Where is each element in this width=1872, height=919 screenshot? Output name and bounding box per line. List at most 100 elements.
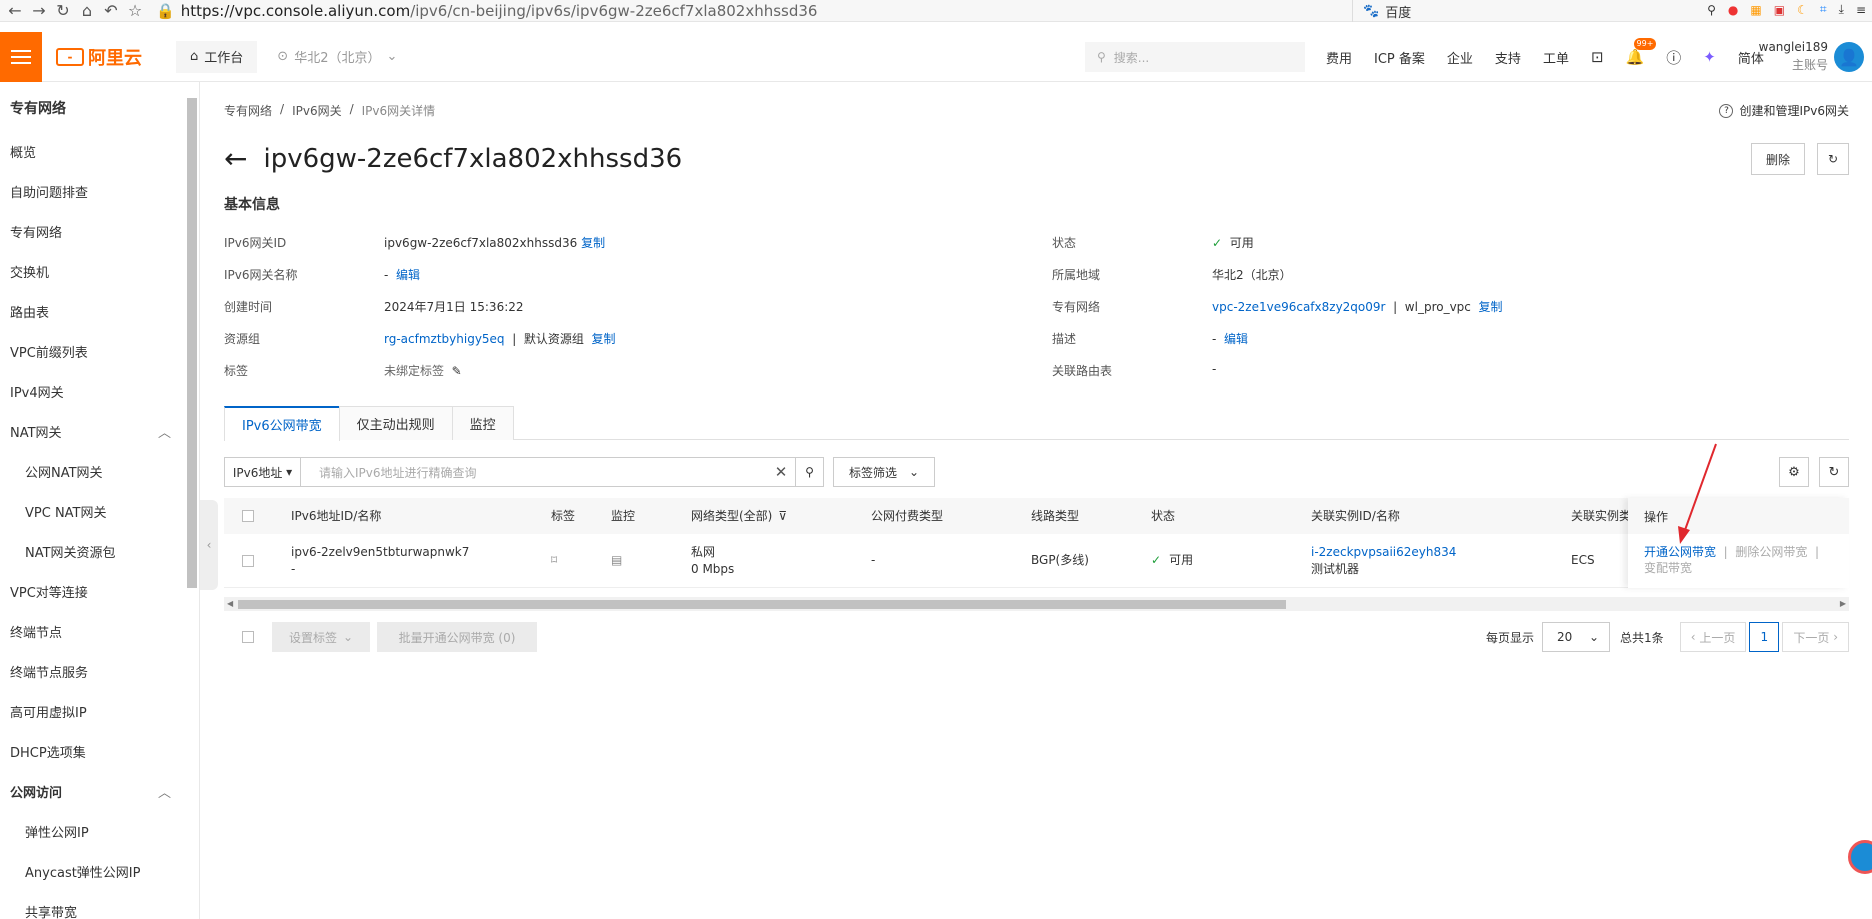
download-icon[interactable]: ⤓ [1839,2,1844,17]
sidebar-item[interactable]: NAT网关 ︿ [0,414,199,454]
workbench-button[interactable]: ⌂ 工作台 [176,40,258,73]
sidebar-item[interactable]: 专有网络 [0,214,199,254]
undo-icon[interactable]: ↶ [102,1,120,20]
magnifier-icon[interactable]: ⚲ [1707,3,1716,17]
nav-link-icp[interactable]: ICP 备案 [1374,48,1425,67]
refresh-button[interactable]: ↻ [1817,143,1849,175]
help-link[interactable]: ? 创建和管理IPv6网关 [1719,102,1849,119]
select-all-checkbox[interactable] [242,510,254,522]
copy-link[interactable]: 复制 [581,236,605,250]
console-search-input[interactable]: ⚲ 搜索... [1085,42,1305,72]
address-bar[interactable]: 🔒 https://vpc.console.aliyun.com/ipv6/cn… [156,2,817,20]
nav-link-ticket[interactable]: 工单 [1543,48,1569,67]
copy-link[interactable]: 复制 [1479,300,1503,314]
scroll-left-icon[interactable]: ◀ [227,597,233,611]
sidebar-item[interactable]: 概览 [0,134,199,174]
hamburger-menu-icon[interactable] [0,31,42,82]
sidebar-item[interactable]: 公网NAT网关 [0,454,199,494]
forward-arrow-icon[interactable]: → [30,1,48,20]
pencil-icon[interactable]: ✎ [452,364,462,378]
open-bandwidth-link[interactable]: 开通公网带宽 [1644,545,1716,559]
resource-group-link[interactable]: rg-acfmztbyhigy5eq [384,332,505,346]
settings-button[interactable]: ⚙ [1779,457,1809,487]
sidebar-item[interactable]: NAT网关资源包 [0,534,199,574]
tag-filter-dropdown[interactable]: 标签筛选 ⌄ [833,457,935,487]
scroll-thumb[interactable] [238,600,1286,609]
search-button[interactable]: ⚲ [795,458,823,486]
reload-icon[interactable]: ↻ [54,1,72,20]
breadcrumb-item[interactable]: 专有网络 [224,102,272,119]
next-page-button[interactable]: 下一页 › [1782,622,1849,652]
tab-ipv6-bandwidth[interactable]: IPv6公网带宽 [224,406,340,441]
monitor-icon[interactable]: ▤ [611,534,622,587]
user-menu[interactable]: wanglei189 主账号 [1759,38,1828,74]
table-refresh-button[interactable]: ↻ [1819,457,1849,487]
nav-link-support[interactable]: 支持 [1495,48,1521,67]
search-input[interactable]: 请输入IPv6地址进行精确查询 [301,464,767,481]
sidebar-item[interactable]: 高可用虚拟IP [0,694,199,734]
crop-icon[interactable]: ⌗ [1820,2,1827,17]
prev-page-button[interactable]: ‹ 上一页 [1679,622,1747,652]
sidebar-item[interactable]: IPv4网关 [0,374,199,414]
home-icon[interactable]: ⌂ [78,1,96,20]
table-horizontal-scrollbar[interactable]: ◀ ▶ [224,597,1849,611]
ai-assistant-icon[interactable]: ✦ [1703,48,1716,66]
clear-icon[interactable]: ✕ [767,463,795,481]
avatar[interactable]: 👤 [1834,42,1864,72]
batch-open-bandwidth-button[interactable]: 批量开通公网带宽 (0) [377,622,537,652]
help-circle-icon[interactable]: ⓘ [1666,47,1681,68]
edit-link[interactable]: 编辑 [1224,332,1248,346]
tab-monitoring[interactable]: 监控 [451,406,514,440]
copy-link[interactable]: 复制 [592,332,616,346]
nav-link-enterprise[interactable]: 企业 [1447,48,1473,67]
edit-link[interactable]: 编辑 [396,268,420,282]
per-page-select[interactable]: 20 ⌄ [1542,622,1611,652]
table-row: ipv6-2zelv9en5tbturwapnwk7 - ⌑ ▤ 私网 0 Mb… [224,534,1849,588]
sidebar-item[interactable]: 路由表 [0,294,199,334]
sidebar-item[interactable]: VPC前缀列表 [0,334,199,374]
sidebar-item[interactable]: DHCP选项集 [0,734,199,774]
sidebar-item[interactable]: 终端节点 [0,614,199,654]
grid-icon[interactable]: ▦ [1750,3,1761,17]
back-arrow-icon[interactable]: ← [6,1,24,20]
col-header-net-type[interactable]: 网络类型(全部) ⊽ [691,498,787,534]
star-icon[interactable]: ☆ [126,1,144,20]
delete-bandwidth-link[interactable]: 删除公网带宽 [1735,545,1807,559]
sidebar-item[interactable]: VPC NAT网关 [0,494,199,534]
page-number-current[interactable]: 1 [1749,622,1780,652]
footer-select-all-checkbox[interactable] [242,631,254,643]
sidebar-item[interactable]: Anycast弹性公网IP [0,854,199,894]
tag-icon[interactable]: ⌑ [551,534,557,587]
search-engine-box[interactable]: 🐾 百度 [1352,0,1632,22]
row-checkbox[interactable] [242,554,254,567]
aliyun-logo[interactable]: - 阿里云 [56,44,142,70]
sidebar-item[interactable]: 弹性公网IP [0,814,199,854]
sidebar-item[interactable]: 共享带宽 [0,894,199,919]
terminal-icon[interactable]: ⊡ [1591,48,1604,66]
floating-assistant-button[interactable] [1848,840,1872,874]
bell-icon[interactable]: 🔔 99+ [1626,38,1657,66]
instance-id-link[interactable]: i-2zeckpvpsaii62eyh834 [1311,544,1456,561]
moon-icon[interactable]: ☾ [1797,3,1808,17]
region-selector[interactable]: ⊙ 华北2（北京） ⌄ [277,47,397,66]
sidebar-item[interactable]: 交换机 [0,254,199,294]
pdf-icon[interactable]: ▣ [1774,3,1785,17]
vpc-link[interactable]: vpc-2ze1ve96cafx8zy2qo09r [1212,300,1385,314]
menu-icon[interactable]: ≡ [1856,3,1866,17]
search-field-select[interactable]: IPv6地址 ▾ [225,458,301,486]
sidebar-item[interactable]: VPC对等连接 [0,574,199,614]
sidebar-item-label: 路由表 [10,306,50,321]
delete-button[interactable]: 删除 [1751,143,1805,175]
breadcrumb-item[interactable]: IPv6网关 [292,102,342,119]
sidebar-item[interactable]: 公网访问 ︿ [0,774,199,814]
sidebar-item[interactable]: 自助问题排查 [0,174,199,214]
change-bandwidth-link[interactable]: 变配带宽 [1644,561,1692,575]
scroll-right-icon[interactable]: ▶ [1840,597,1846,611]
nav-link-billing[interactable]: 费用 [1326,48,1352,67]
set-tag-button[interactable]: 设置标签 ⌄ [272,622,370,652]
extension-icon[interactable]: ● [1728,3,1738,17]
back-arrow-icon[interactable]: ← [224,142,247,175]
sidebar-collapse-handle[interactable]: ‹ [200,500,218,590]
tab-egress-only-rules[interactable]: 仅主动出规则 [338,406,453,440]
sidebar-item[interactable]: 终端节点服务 [0,654,199,694]
